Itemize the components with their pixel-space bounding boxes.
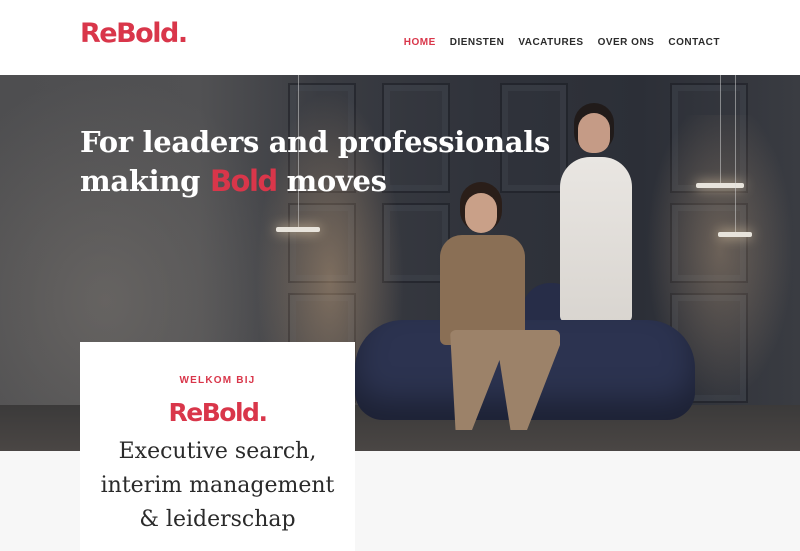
pendant-lamp-icon [276,227,320,232]
welcome-heading-line: Executive search, [118,439,317,464]
nav-item-vacatures[interactable]: VACATURES [518,36,583,50]
welcome-heading-line: & leiderschap [139,507,296,532]
card-brand-logo: ReBold. [168,398,268,427]
nav-item-home[interactable]: HOME [404,36,436,50]
nav-item-contact[interactable]: CONTACT [668,36,720,50]
welcome-heading: Executive search, interim management & l… [80,435,355,537]
hero-title-highlight: Bold [209,164,278,198]
welcome-eyebrow: WELKOM BIJ [179,375,256,386]
person-standing [560,157,632,322]
hero-title-part2: moves [276,164,387,198]
person-sitting [440,235,525,345]
pendant-lamp-icon [718,232,752,237]
brand-logo[interactable]: ReBold. [80,17,188,51]
pendant-lamp-icon [696,183,744,188]
welcome-heading-line: interim management [100,473,335,498]
person-standing-head [578,113,610,153]
nav-item-diensten[interactable]: DIENSTEN [450,36,505,50]
lamp-wire [735,75,736,232]
hero-title: For leaders and professionals making Bol… [80,123,560,201]
site-header: ReBold. HOME DIENSTEN VACATURES OVER ONS… [0,0,800,75]
welcome-card: WELKOM BIJ ReBold. Executive search, int… [80,342,355,551]
main-nav: HOME DIENSTEN VACATURES OVER ONS CONTACT [404,36,720,50]
lamp-wire [720,75,721,183]
nav-item-over-ons[interactable]: OVER ONS [598,36,655,50]
